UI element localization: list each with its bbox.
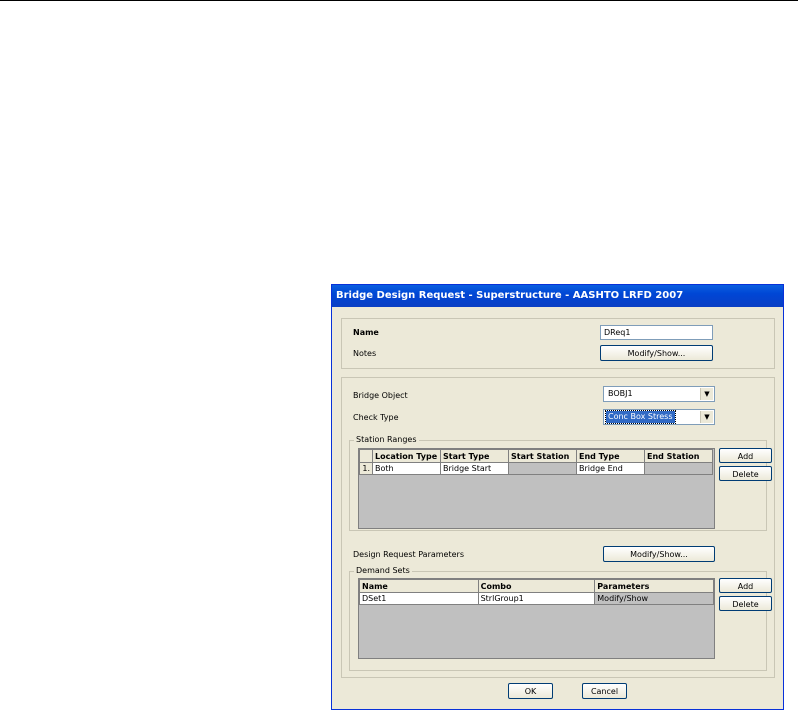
column-header[interactable]: Start Type: [440, 449, 509, 463]
end-type-cell[interactable]: Bridge End: [576, 462, 645, 475]
check-type-select[interactable]: Conc Box Stress ▼: [603, 409, 715, 425]
page-top-rule: [0, 0, 798, 1]
start-type-cell[interactable]: Bridge Start: [440, 462, 509, 475]
demand-delete-button[interactable]: Delete: [719, 596, 772, 611]
chevron-down-icon[interactable]: ▼: [700, 411, 713, 423]
notes-label: Notes: [353, 349, 377, 358]
demand-set-name-cell[interactable]: DSet1: [359, 592, 479, 605]
design-request-parameters-label: Design Request Parameters: [353, 550, 464, 559]
station-ranges-grid[interactable]: Location Type Start Type Start Station E…: [358, 448, 715, 529]
bridge-object-select[interactable]: BOBJ1 ▼: [603, 386, 715, 402]
row-number-header: [359, 449, 373, 463]
demand-add-button[interactable]: Add: [719, 578, 772, 593]
station-add-button[interactable]: Add: [719, 448, 772, 463]
bridge-design-request-dialog: Bridge Design Request - Superstructure -…: [331, 284, 784, 710]
column-header[interactable]: Name: [359, 579, 479, 593]
start-station-cell[interactable]: [508, 462, 577, 475]
bridge-object-label: Bridge Object: [353, 391, 408, 400]
demand-sets-header: Name Combo Parameters: [359, 579, 714, 593]
table-row[interactable]: 1. Both Bridge Start Bridge End: [359, 462, 713, 475]
demand-sets-grid[interactable]: Name Combo Parameters DSet1 StrlGroup1 M…: [358, 578, 715, 659]
column-header[interactable]: Start Station: [508, 449, 577, 463]
column-header[interactable]: Combo: [477, 579, 596, 593]
design-parameters-modify-show-button[interactable]: Modify/Show...: [603, 546, 715, 562]
check-type-value: Conc Box Stress: [605, 410, 676, 424]
check-type-label: Check Type: [353, 413, 399, 422]
name-field[interactable]: DReq1: [600, 325, 713, 340]
column-header[interactable]: Location Type: [372, 449, 441, 463]
column-header[interactable]: End Type: [576, 449, 645, 463]
station-ranges-legend: Station Ranges: [354, 435, 419, 444]
demand-sets-legend: Demand Sets: [354, 566, 412, 575]
column-header[interactable]: End Station: [644, 449, 713, 463]
station-ranges-header: Location Type Start Type Start Station E…: [359, 449, 713, 463]
dialog-title: Bridge Design Request - Superstructure -…: [332, 285, 783, 307]
cancel-button[interactable]: Cancel: [582, 683, 627, 699]
column-header[interactable]: Parameters: [594, 579, 714, 593]
demand-set-parameters-cell[interactable]: Modify/Show: [594, 592, 714, 605]
bridge-object-value: BOBJ1: [608, 389, 633, 398]
chevron-down-icon[interactable]: ▼: [700, 388, 713, 400]
ok-button[interactable]: OK: [508, 683, 553, 699]
table-row[interactable]: DSet1 StrlGroup1 Modify/Show: [359, 592, 714, 605]
station-delete-button[interactable]: Delete: [719, 466, 772, 481]
name-label: Name: [353, 328, 379, 337]
location-type-cell[interactable]: Both: [372, 462, 441, 475]
end-station-cell[interactable]: [644, 462, 713, 475]
demand-set-combo-cell[interactable]: StrlGroup1: [477, 592, 596, 605]
row-number: 1.: [359, 462, 373, 475]
notes-modify-show-button[interactable]: Modify/Show...: [600, 345, 713, 361]
